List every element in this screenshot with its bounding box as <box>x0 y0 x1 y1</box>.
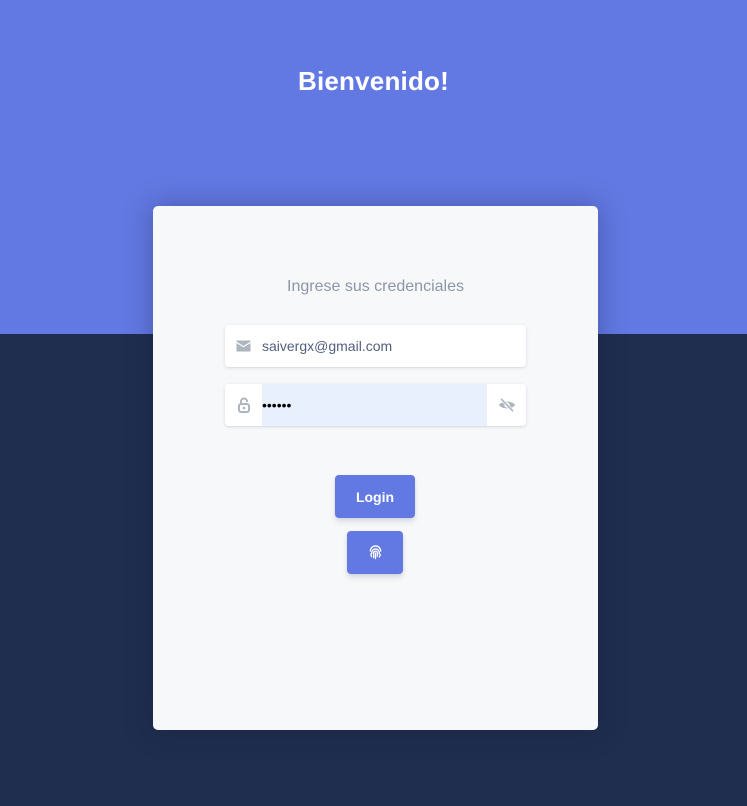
page-title: Bienvenido! <box>298 66 449 96</box>
eye-slash-icon[interactable] <box>487 384 526 426</box>
password-input[interactable] <box>262 384 487 426</box>
lock-open-icon <box>225 384 262 426</box>
fingerprint-icon <box>368 545 383 560</box>
login-subtitle: Ingrese sus credenciales <box>287 278 464 295</box>
password-field[interactable] <box>225 384 526 426</box>
login-card: Ingrese sus credenciales saivergx@gmail.… <box>153 206 598 730</box>
envelope-icon <box>225 325 262 367</box>
login-page: Bienvenido! Ingrese sus credenciales sai… <box>0 0 747 806</box>
fingerprint-button[interactable] <box>347 531 403 574</box>
email-field[interactable] <box>225 325 526 367</box>
login-button[interactable]: Login <box>335 475 415 518</box>
email-input[interactable] <box>262 325 522 367</box>
